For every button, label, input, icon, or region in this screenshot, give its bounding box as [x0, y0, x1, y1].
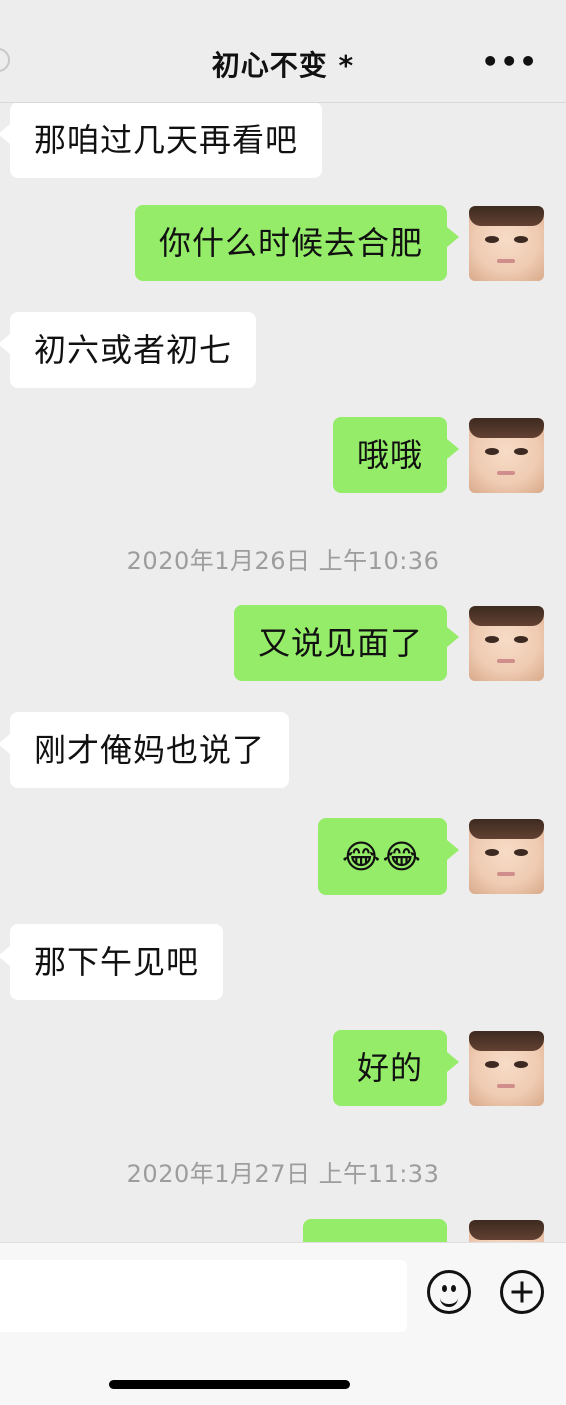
- more-options-icon[interactable]: •••: [481, 48, 538, 76]
- received-message-bubble[interactable]: 那咱过几天再看吧: [0, 102, 323, 178]
- baby-face-avatar-icon[interactable]: [469, 418, 544, 493]
- sent-message-bubble[interactable]: 你什么时候去合肥: [134, 205, 460, 281]
- sent-message-bubble[interactable]: 好的: [332, 1030, 460, 1106]
- sent-emoji-bubble[interactable]: 😂😂: [317, 818, 460, 895]
- smile-icon[interactable]: [427, 1270, 471, 1314]
- timestamp: 2020年1月27日 上午11:33: [126, 1160, 440, 1188]
- home-indicator[interactable]: [109, 1380, 350, 1389]
- received-message-bubble[interactable]: 那下午见吧: [0, 924, 224, 1000]
- baby-face-avatar-icon[interactable]: [469, 1031, 544, 1106]
- baby-face-avatar-icon[interactable]: [469, 606, 544, 681]
- partial-sent-message-bubble[interactable]: [303, 1219, 447, 1242]
- baby-face-avatar-icon[interactable]: [469, 819, 544, 894]
- chat-header: 初心不变 * •••: [0, 0, 566, 103]
- message-input[interactable]: [0, 1260, 407, 1332]
- message-list: 那咱过几天再看吧 你什么时候去合肥 初六或者初七 哦哦 2020年1月26日 上…: [0, 102, 566, 1242]
- received-message-bubble[interactable]: 初六或者初七: [0, 312, 257, 388]
- sent-message-bubble[interactable]: 又说见面了: [233, 605, 460, 681]
- sent-message-bubble[interactable]: 哦哦: [332, 417, 460, 493]
- plus-circle-icon[interactable]: [500, 1270, 544, 1314]
- received-message-bubble[interactable]: 刚才俺妈也说了: [0, 712, 290, 788]
- timestamp: 2020年1月26日 上午10:36: [126, 547, 440, 575]
- baby-face-avatar-icon[interactable]: [469, 1220, 544, 1242]
- baby-face-avatar-icon[interactable]: [469, 206, 544, 281]
